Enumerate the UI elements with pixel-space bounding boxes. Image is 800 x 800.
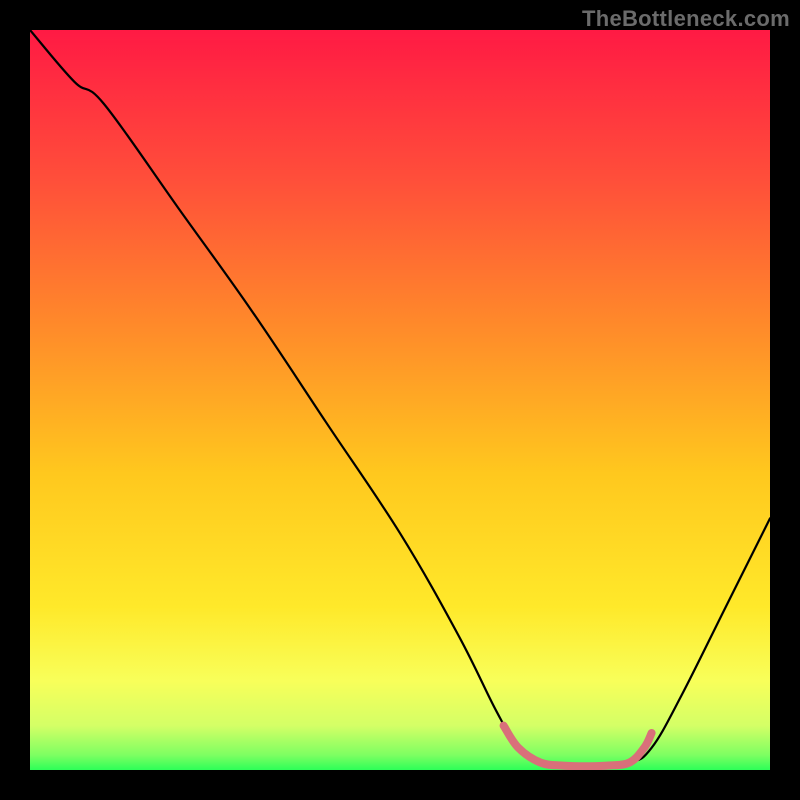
plot-background xyxy=(30,30,770,770)
watermark-text: TheBottleneck.com xyxy=(582,6,790,32)
bottleneck-chart xyxy=(30,30,770,770)
chart-frame: TheBottleneck.com xyxy=(0,0,800,800)
